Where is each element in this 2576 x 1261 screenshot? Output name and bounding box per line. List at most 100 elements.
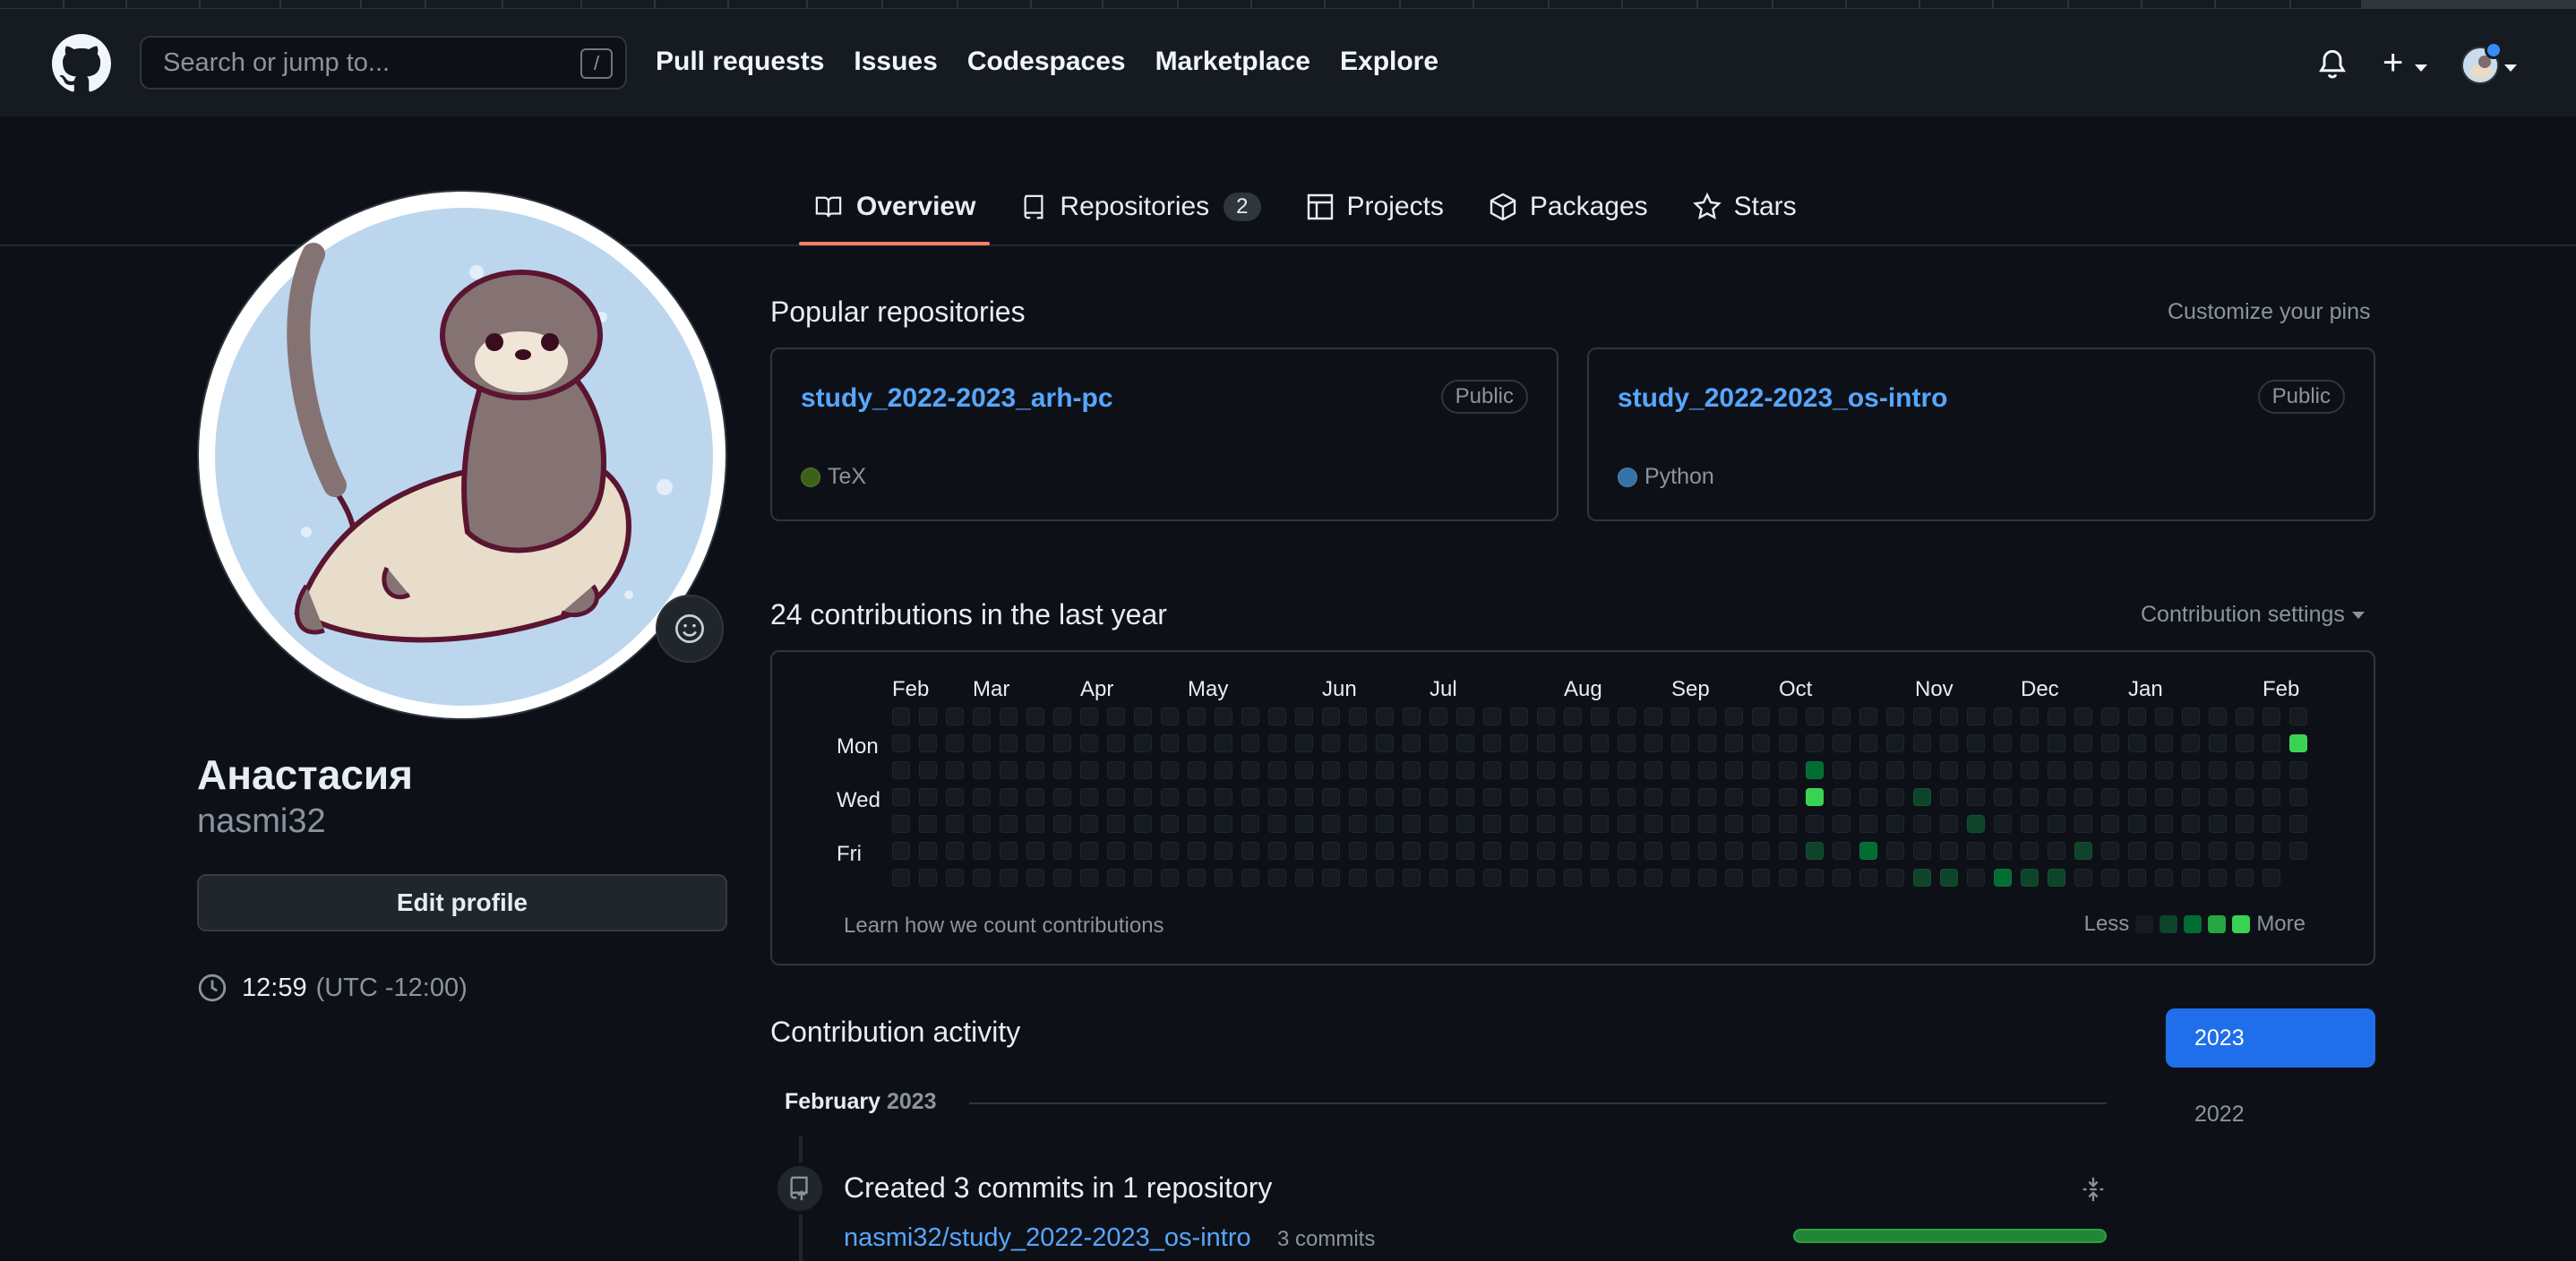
contribution-day-cell[interactable] xyxy=(1430,734,1447,752)
contribution-day-cell[interactable] xyxy=(2101,788,2119,806)
contribution-day-cell[interactable] xyxy=(1994,815,2012,833)
contribution-day-cell[interactable] xyxy=(2236,842,2254,860)
contribution-day-cell[interactable] xyxy=(1967,788,1985,806)
contribution-day-cell[interactable] xyxy=(1403,869,1421,887)
contribution-day-cell[interactable] xyxy=(1215,734,1232,752)
contribution-day-cell[interactable] xyxy=(1967,708,1985,725)
contribution-day-cell[interactable] xyxy=(2128,761,2146,779)
contribution-day-cell[interactable] xyxy=(1913,761,1931,779)
contribution-day-cell[interactable] xyxy=(2074,788,2092,806)
contribution-day-cell[interactable] xyxy=(1967,869,1985,887)
contribution-day-cell[interactable] xyxy=(1322,761,1340,779)
contribution-day-cell[interactable] xyxy=(1376,788,1394,806)
contribution-settings-dropdown[interactable]: Contribution settings xyxy=(2141,602,2365,628)
contribution-day-cell[interactable] xyxy=(1241,734,1259,752)
contribution-day-cell[interactable] xyxy=(2182,869,2200,887)
contribution-day-cell[interactable] xyxy=(973,708,991,725)
contribution-day-cell[interactable] xyxy=(1671,761,1689,779)
contribution-day-cell[interactable] xyxy=(2101,734,2119,752)
contribution-day-cell[interactable] xyxy=(2048,734,2065,752)
contribution-day-cell[interactable] xyxy=(1806,761,1824,779)
contribution-day-cell[interactable] xyxy=(2182,708,2200,725)
contribution-day-cell[interactable] xyxy=(1456,842,1474,860)
contribution-day-cell[interactable] xyxy=(1080,815,1098,833)
contribution-day-cell[interactable] xyxy=(1188,761,1206,779)
contribution-day-cell[interactable] xyxy=(1161,708,1179,725)
contribution-day-cell[interactable] xyxy=(1000,788,1018,806)
contribution-day-cell[interactable] xyxy=(1886,788,1904,806)
contribution-day-cell[interactable] xyxy=(1188,788,1206,806)
contribution-day-cell[interactable] xyxy=(1322,788,1340,806)
contribution-day-cell[interactable] xyxy=(1080,869,1098,887)
contribution-day-cell[interactable] xyxy=(1241,869,1259,887)
contribution-day-cell[interactable] xyxy=(1752,788,1770,806)
contribution-day-cell[interactable] xyxy=(2048,869,2065,887)
contribution-day-cell[interactable] xyxy=(1241,788,1259,806)
contribution-day-cell[interactable] xyxy=(1215,815,1232,833)
contribution-day-cell[interactable] xyxy=(1833,842,1850,860)
contribution-day-cell[interactable] xyxy=(2021,761,2039,779)
contribution-day-cell[interactable] xyxy=(2236,761,2254,779)
contribution-day-cell[interactable] xyxy=(1806,842,1824,860)
contribution-day-cell[interactable] xyxy=(2048,815,2065,833)
contribution-day-cell[interactable] xyxy=(1107,708,1125,725)
contribution-day-cell[interactable] xyxy=(1725,869,1743,887)
contribution-day-cell[interactable] xyxy=(1967,734,1985,752)
contribution-day-cell[interactable] xyxy=(1698,734,1716,752)
contribution-day-cell[interactable] xyxy=(1591,788,1609,806)
contribution-day-cell[interactable] xyxy=(2101,815,2119,833)
contribution-day-cell[interactable] xyxy=(1134,815,1152,833)
contribution-day-cell[interactable] xyxy=(2074,708,2092,725)
contribution-day-cell[interactable] xyxy=(919,761,937,779)
contribution-day-cell[interactable] xyxy=(1671,708,1689,725)
contribution-day-cell[interactable] xyxy=(1806,869,1824,887)
contribution-day-cell[interactable] xyxy=(1967,842,1985,860)
contribution-day-cell[interactable] xyxy=(2155,708,2173,725)
contribution-day-cell[interactable] xyxy=(1188,842,1206,860)
contribution-day-cell[interactable] xyxy=(1940,815,1958,833)
contribution-day-cell[interactable] xyxy=(1886,761,1904,779)
contribution-day-cell[interactable] xyxy=(1994,869,2012,887)
contribution-day-cell[interactable] xyxy=(2128,869,2146,887)
contribution-day-cell[interactable] xyxy=(1268,761,1286,779)
contribution-day-cell[interactable] xyxy=(1671,869,1689,887)
contribution-day-cell[interactable] xyxy=(1591,761,1609,779)
repo-link[interactable]: study_2022-2023_os-intro xyxy=(1618,383,1948,414)
tab-projects[interactable]: Projects xyxy=(1292,170,1458,244)
contribution-day-cell[interactable] xyxy=(1215,869,1232,887)
contribution-day-cell[interactable] xyxy=(1913,869,1931,887)
contribution-day-cell[interactable] xyxy=(1698,842,1716,860)
contribution-day-cell[interactable] xyxy=(1913,708,1931,725)
contribution-day-cell[interactable] xyxy=(1161,869,1179,887)
contribution-day-cell[interactable] xyxy=(2289,761,2307,779)
contribution-day-cell[interactable] xyxy=(1779,788,1797,806)
contribution-day-cell[interactable] xyxy=(1618,788,1636,806)
contribution-day-cell[interactable] xyxy=(2209,708,2227,725)
contribution-day-cell[interactable] xyxy=(1403,708,1421,725)
contribution-day-cell[interactable] xyxy=(1215,842,1232,860)
contribution-day-cell[interactable] xyxy=(973,734,991,752)
contribution-day-cell[interactable] xyxy=(2263,734,2280,752)
contribution-day-cell[interactable] xyxy=(1026,815,1044,833)
contribution-day-cell[interactable] xyxy=(2101,869,2119,887)
contribution-day-cell[interactable] xyxy=(1107,788,1125,806)
contribution-day-cell[interactable] xyxy=(1913,842,1931,860)
contribution-day-cell[interactable] xyxy=(1349,761,1367,779)
contribution-day-cell[interactable] xyxy=(2128,708,2146,725)
contribution-day-cell[interactable] xyxy=(1644,708,1662,725)
contribution-day-cell[interactable] xyxy=(2182,788,2200,806)
contribution-day-cell[interactable] xyxy=(1644,842,1662,860)
contribution-day-cell[interactable] xyxy=(1644,761,1662,779)
contribution-day-cell[interactable] xyxy=(2209,734,2227,752)
contribution-day-cell[interactable] xyxy=(1053,708,1071,725)
contribution-day-cell[interactable] xyxy=(892,761,910,779)
contribution-day-cell[interactable] xyxy=(1725,761,1743,779)
contribution-day-cell[interactable] xyxy=(1564,708,1582,725)
profile-avatar[interactable] xyxy=(197,190,727,720)
contribution-day-cell[interactable] xyxy=(2074,761,2092,779)
contribution-day-cell[interactable] xyxy=(1671,734,1689,752)
contribution-day-cell[interactable] xyxy=(1483,734,1501,752)
contribution-day-cell[interactable] xyxy=(2101,708,2119,725)
contribution-day-cell[interactable] xyxy=(2155,842,2173,860)
contribution-day-cell[interactable] xyxy=(1161,734,1179,752)
